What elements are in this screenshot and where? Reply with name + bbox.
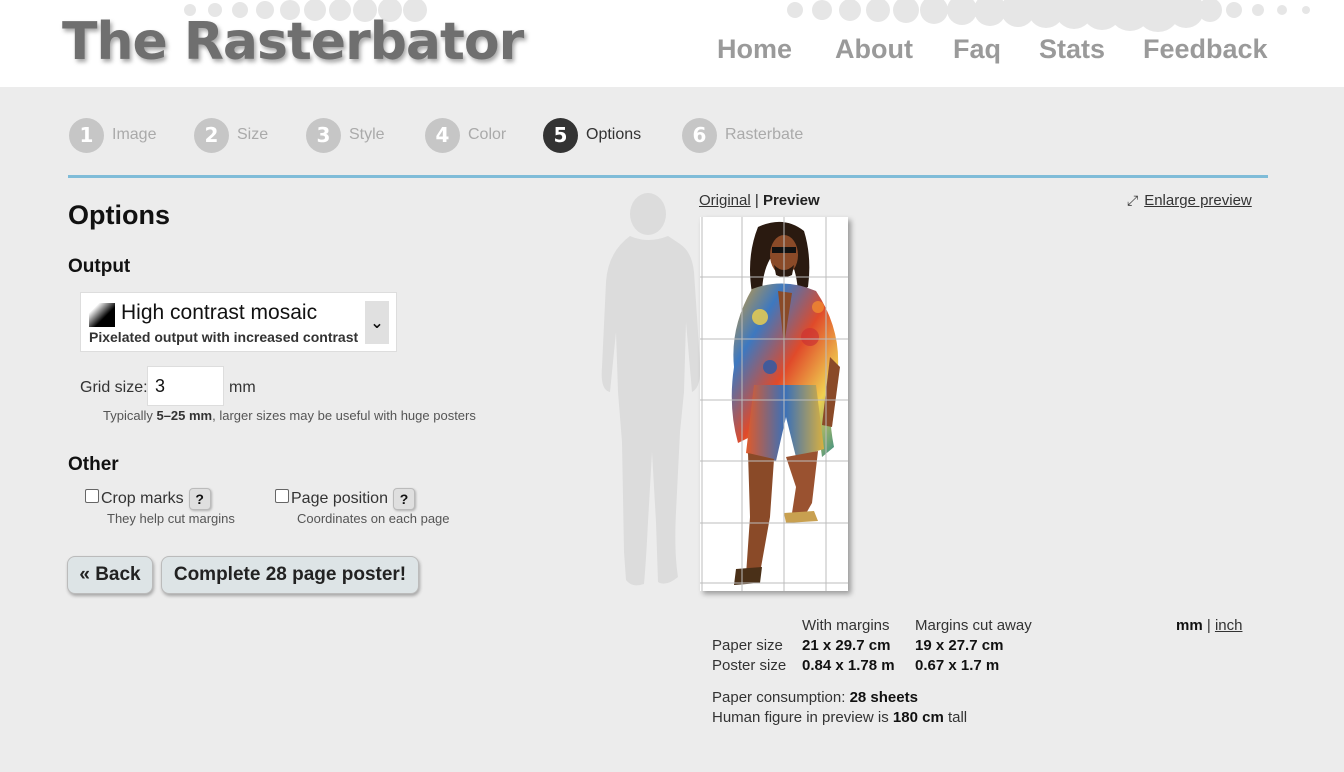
output-heading: Output [68, 256, 131, 277]
poster-size-cut-value: 0.67 x 1.7 m [915, 657, 1000, 674]
step-size[interactable]: 2 Size [194, 117, 268, 153]
crop-marks-help-button[interactable]: ? [188, 488, 211, 510]
complete-poster-button[interactable]: Complete 28 page poster! [161, 556, 419, 594]
steps-divider [68, 175, 1268, 178]
figure-height-value: 180 cm [892, 709, 944, 726]
site-header: The Rasterbator Home About Faq Stats Fee… [0, 0, 1344, 87]
page-position-help-button[interactable]: ? [392, 488, 415, 510]
wizard-steps: 1 Image 2 Size 3 Style 4 Color 5 Options… [68, 117, 1268, 153]
crop-marks-option: Crop marks ? [85, 488, 211, 510]
decorative-dot [1277, 5, 1287, 15]
back-button[interactable]: « Back [67, 556, 153, 594]
crop-marks-hint: They help cut margins [107, 511, 235, 526]
step-label: Options [586, 126, 642, 143]
decorative-dot [866, 0, 890, 22]
tab-separator: | [754, 192, 759, 209]
original-tab[interactable]: Original [699, 192, 751, 209]
nav-about[interactable]: About [835, 34, 913, 65]
page-position-checkbox[interactable] [275, 489, 289, 503]
nav-home[interactable]: Home [717, 34, 792, 65]
unit-inch[interactable]: inch [1215, 617, 1243, 634]
poster-image [700, 217, 848, 591]
step-number: 3 [306, 117, 341, 153]
decorative-dot [839, 0, 861, 21]
step-options[interactable]: 5 Options [543, 117, 641, 153]
poster-size-with-value: 0.84 x 1.78 m [802, 657, 895, 674]
page-position-option: Page position ? [275, 488, 415, 510]
decorative-dot [893, 0, 919, 23]
expand-icon: ⤢ [1127, 192, 1139, 208]
consumption-value: 28 sheets [849, 689, 918, 706]
col-margins-cut: Margins cut away [915, 617, 1032, 634]
decorative-dot [920, 0, 948, 24]
step-number: 6 [682, 117, 717, 153]
decorative-dot [1226, 2, 1242, 18]
chevron-down-icon[interactable]: ⌄ [365, 301, 389, 344]
decorative-dot [947, 0, 977, 25]
mosaic-icon [89, 303, 115, 327]
nav-faq[interactable]: Faq [953, 34, 1001, 65]
step-rasterbate[interactable]: 6 Rasterbate [682, 117, 803, 153]
preview-tabs: Original | Preview [699, 192, 820, 209]
hint-text: Typically [103, 408, 157, 423]
crop-marks-label[interactable]: Crop marks [101, 490, 184, 508]
step-number: 4 [425, 117, 460, 153]
step-label: Style [349, 126, 385, 143]
decorative-dot [1302, 6, 1310, 14]
decorative-dot [812, 0, 832, 20]
step-number: 5 [543, 117, 578, 153]
human-silhouette [601, 193, 701, 586]
paper-size-label: Paper size [712, 637, 783, 654]
decorative-dot [1252, 4, 1264, 16]
paper-size-with-value: 21 x 29.7 cm [802, 637, 891, 654]
grid-size-input[interactable] [147, 366, 224, 406]
grid-size-label: Grid size: [80, 379, 148, 396]
unit-mm[interactable]: mm [1176, 617, 1203, 634]
page-title: Options [68, 200, 170, 230]
poster-size-with: 0.84 x 1.78 m [802, 657, 895, 674]
paper-size-cut-value: 19 x 27.7 cm [915, 637, 1004, 654]
nav-feedback[interactable]: Feedback [1143, 34, 1268, 65]
poster-size-cut: 0.67 x 1.7 m [915, 657, 999, 674]
step-label: Rasterbate [725, 126, 804, 143]
step-number: 2 [194, 117, 229, 153]
paper-size-cut: 19 x 27.7 cm [915, 637, 1003, 654]
decorative-dot [787, 2, 803, 18]
preview-tab[interactable]: Preview [763, 192, 820, 209]
step-image[interactable]: 1 Image [69, 117, 156, 153]
paper-consumption: Paper consumption: 28 sheets [712, 689, 918, 706]
grid-size-hint: Typically 5–25 mm, larger sizes may be u… [103, 408, 476, 423]
unit-switcher: mm | inch [1176, 617, 1242, 634]
paper-size-with: 21 x 29.7 cm [802, 637, 890, 654]
select-subtitle: Pixelated output with increased contrast [89, 329, 359, 345]
step-style[interactable]: 3 Style [306, 117, 385, 153]
human-figure-note: Human figure in preview is 180 cm tall [712, 709, 967, 726]
step-label: Image [112, 126, 157, 143]
decorative-dot [1198, 0, 1222, 22]
figure-note-text: Human figure in preview is [712, 709, 893, 726]
hint-range: 5–25 mm [156, 408, 213, 423]
hint-text: , larger sizes may be useful with huge p… [212, 408, 476, 423]
enlarge-preview-label: Enlarge preview [1144, 192, 1252, 209]
poster-size-label: Poster size [712, 657, 787, 674]
main-nav: Home About Faq Stats Feedback [0, 34, 1344, 74]
page-position-hint: Coordinates on each page [297, 511, 450, 526]
nav-stats[interactable]: Stats [1039, 34, 1105, 65]
other-heading: Other [68, 454, 119, 475]
step-color[interactable]: 4 Color [425, 117, 506, 153]
crop-marks-checkbox[interactable] [85, 489, 99, 503]
select-title: High contrast mosaic [121, 301, 318, 324]
consumption-label: Paper consumption: [712, 689, 850, 706]
poster-preview[interactable] [700, 217, 848, 591]
step-label: Color [468, 126, 507, 143]
step-label: Size [237, 126, 269, 143]
unit-separator: | [1206, 617, 1211, 634]
grid-size-unit: mm [229, 379, 256, 396]
page-position-label[interactable]: Page position [291, 490, 388, 508]
step-number: 1 [69, 117, 104, 153]
figure-note-text: tall [943, 709, 968, 726]
col-with-margins: With margins [802, 617, 890, 634]
enlarge-preview-link[interactable]: ⤢ Enlarge preview [1127, 192, 1252, 209]
output-style-select[interactable]: High contrast mosaic Pixelated output wi… [80, 292, 397, 352]
